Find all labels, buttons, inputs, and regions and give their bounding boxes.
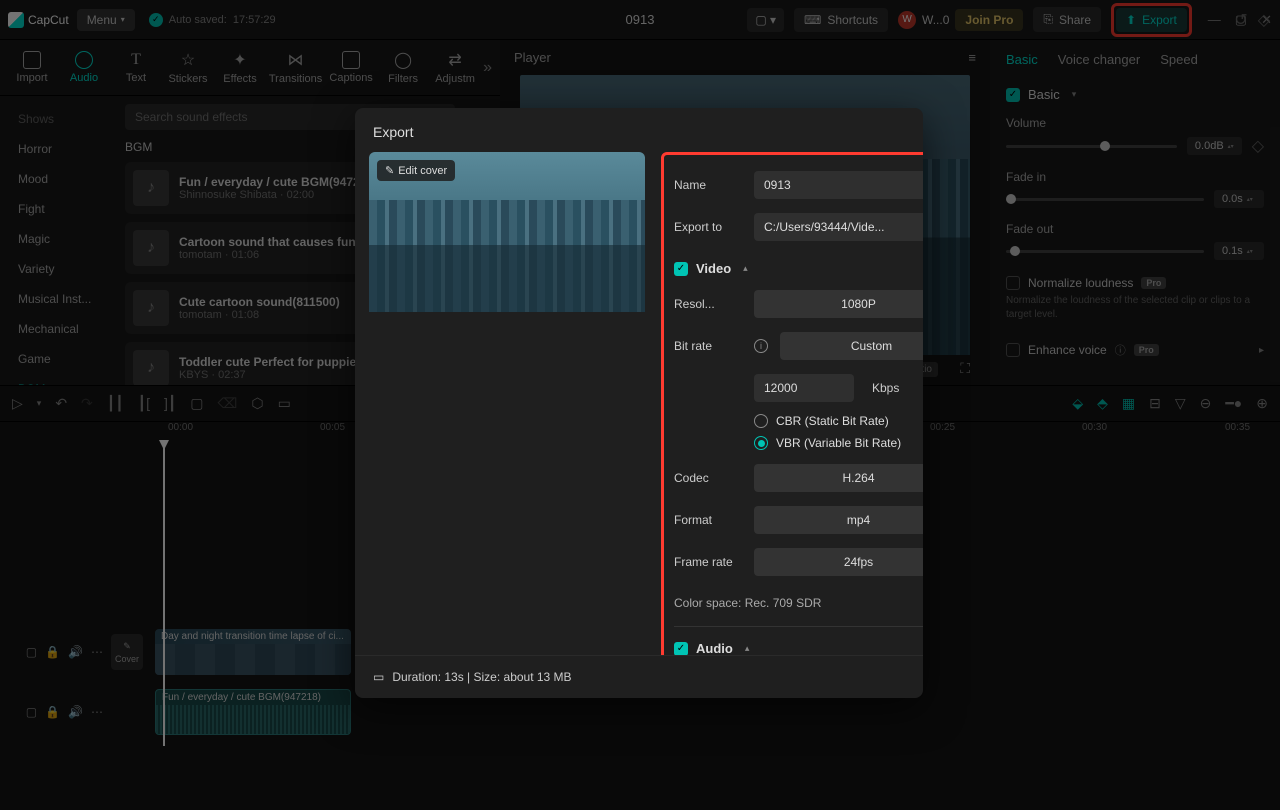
framerate-label: Frame rate (674, 555, 742, 569)
framerate-dropdown[interactable]: 24fps (754, 548, 923, 576)
name-label: Name (674, 178, 742, 192)
bitrate-unit: Kbps (872, 381, 899, 395)
resolution-label: Resol... (674, 297, 742, 311)
info-icon[interactable]: i (754, 339, 768, 353)
video-checkbox[interactable]: ✓ (674, 262, 688, 276)
film-icon: ▭ (373, 670, 384, 684)
edit-cover-button[interactable]: ✎ Edit cover (377, 160, 455, 181)
export-settings-highlight: Name Export to 📁 ✓ Video ▴ Resol... (661, 152, 923, 655)
vbr-radio[interactable] (754, 436, 768, 450)
modal-title: Export (355, 108, 923, 152)
codec-dropdown[interactable]: H.264 (754, 464, 923, 492)
audio-checkbox[interactable]: ✓ (674, 642, 688, 656)
format-dropdown[interactable]: mp4 (754, 506, 923, 534)
bitrate-input[interactable] (754, 374, 854, 402)
colorspace-text: Color space: Rec. 709 SDR (674, 596, 923, 610)
format-label: Format (674, 513, 742, 527)
cbr-radio[interactable] (754, 414, 768, 428)
bitrate-dropdown[interactable]: Custom (780, 332, 923, 360)
exportto-input[interactable] (754, 213, 923, 241)
resolution-dropdown[interactable]: 1080P (754, 290, 923, 318)
export-footer-info: ▭ Duration: 13s | Size: about 13 MB (373, 670, 572, 684)
exportto-label: Export to (674, 220, 742, 234)
collapse-icon[interactable]: ▴ (743, 263, 748, 274)
collapse-icon[interactable]: ▴ (745, 643, 750, 654)
cover-preview: ✎ Edit cover (369, 152, 645, 312)
codec-label: Codec (674, 471, 742, 485)
bitrate-label: Bit rate (674, 339, 742, 353)
export-modal: Export ✎ Edit cover Name Export to 📁 (355, 108, 923, 698)
name-input[interactable] (754, 171, 923, 199)
